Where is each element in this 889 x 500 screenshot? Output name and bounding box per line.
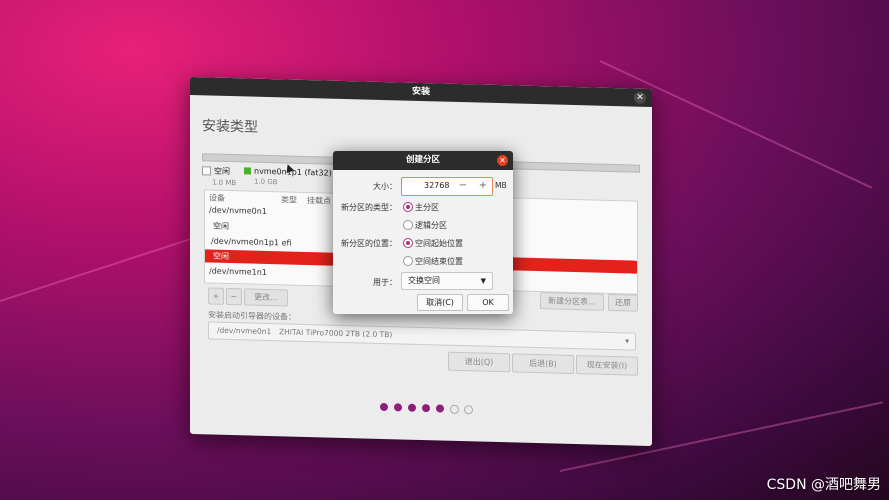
position-label: 新分区的位置：: [341, 239, 397, 248]
row-text: /dev/nvme0n1: [209, 205, 267, 216]
dialog-title: 创建分区: [405, 155, 440, 165]
radio-logical-label[interactable]: 逻辑分区: [415, 220, 447, 231]
progress-dot-done: [394, 403, 402, 412]
decrement-button[interactable]: −: [456, 180, 470, 192]
type-label: 新分区的类型：: [341, 203, 397, 212]
cancel-button[interactable]: 取消(C): [417, 294, 463, 311]
column-header-device: 设备: [209, 193, 225, 203]
remove-partition-button[interactable]: −: [226, 287, 242, 306]
chevron-down-icon: ▼: [480, 277, 486, 285]
radio-end-label[interactable]: 空间结束位置: [415, 256, 463, 267]
chevron-down-icon: ▾: [625, 336, 629, 346]
size-input[interactable]: 32768 − +: [401, 177, 493, 196]
use-as-value: 交换空间: [408, 276, 440, 285]
radio-logical[interactable]: [403, 220, 413, 230]
increment-button[interactable]: +: [476, 180, 490, 192]
radio-primary[interactable]: [403, 202, 413, 212]
back-button[interactable]: 后退(B): [512, 353, 574, 375]
size-unit: MB: [495, 181, 507, 190]
radio-end[interactable]: [403, 256, 413, 266]
change-partition-button[interactable]: 更改...: [244, 288, 288, 307]
free-swatch-icon: [202, 166, 211, 176]
install-now-button[interactable]: 现在安装(I): [576, 355, 638, 376]
boot-device-label: 安装启动引导器的设备：: [208, 310, 296, 322]
row-text: /dev/nvme0n1p1 efi: [211, 236, 292, 248]
efi-swatch-icon: [244, 167, 251, 175]
boot-device-path: /dev/nvme0n1: [217, 325, 272, 337]
progress-dot-pending: [464, 405, 473, 415]
boot-device-select[interactable]: /dev/nvme0n1 ZHITAI TiPro7000 2TB (2.0 T…: [208, 321, 636, 351]
revert-button[interactable]: 还原: [608, 293, 638, 312]
boot-device-model: ZHITAI TiPro7000 2TB (2.0 TB): [279, 327, 393, 340]
column-header-type: 类型: [281, 195, 297, 205]
progress-dot-done: [380, 402, 388, 412]
progress-dot-done: [436, 404, 444, 413]
row-text: /dev/nvme1n1: [209, 266, 267, 277]
progress-dot-done: [422, 404, 430, 413]
new-partition-table-button[interactable]: 新建分区表...: [540, 292, 604, 311]
radio-start[interactable]: [403, 238, 413, 248]
row-text: 空闲: [213, 251, 229, 261]
radio-primary-label[interactable]: 主分区: [415, 202, 439, 213]
size-value: 32768: [424, 181, 450, 190]
use-as-select[interactable]: 交换空间 ▼: [401, 272, 493, 290]
add-partition-button[interactable]: +: [208, 287, 224, 305]
page-title: 安装类型: [202, 118, 258, 136]
legend-label: 空闲: [214, 166, 230, 176]
close-icon[interactable]: ✕: [634, 91, 646, 104]
legend-size: 1.0 MB: [212, 178, 237, 188]
radio-start-label[interactable]: 空间起始位置: [415, 238, 463, 249]
quit-button[interactable]: 退出(Q): [448, 351, 510, 373]
progress-dot-done: [408, 403, 416, 412]
close-icon[interactable]: ✕: [497, 155, 508, 166]
column-header-mount: 挂载点: [307, 196, 331, 206]
legend-size: 1.0 GB: [254, 177, 278, 187]
dialog-titlebar: 创建分区 ✕: [333, 151, 513, 170]
create-partition-dialog: 创建分区 ✕ 大小： 32768 − + MB 新分区的类型： 主分区 逻辑分区…: [333, 151, 513, 314]
window-titlebar: 安装 ✕: [190, 76, 652, 108]
watermark: CSDN @酒吧舞男: [766, 477, 881, 493]
window-title: 安装: [411, 86, 430, 98]
use-as-label: 用于：: [373, 278, 397, 287]
row-text: 空闲: [213, 221, 229, 231]
ok-button[interactable]: OK: [467, 294, 509, 311]
legend-free: 空闲 1.0 MB: [202, 165, 236, 187]
size-label: 大小：: [373, 182, 397, 191]
progress-dot-pending: [450, 404, 459, 414]
